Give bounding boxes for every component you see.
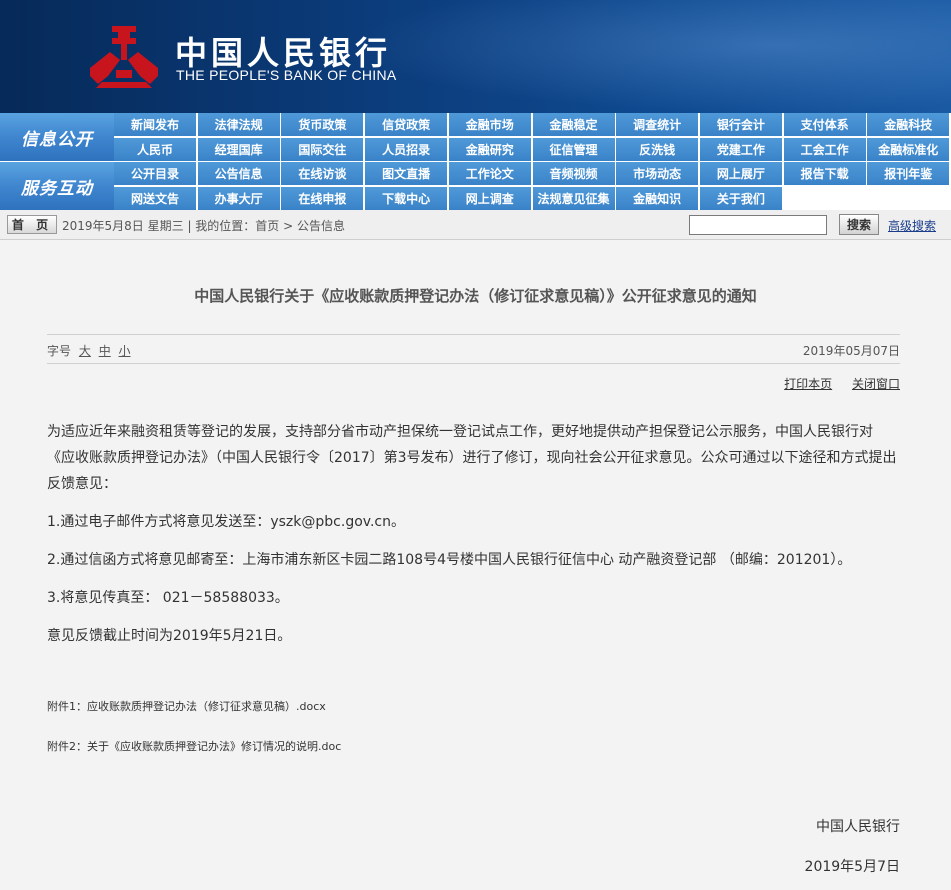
nav-item[interactable]: 金融标准化 [867, 138, 950, 161]
pboc-emblem-icon[interactable] [88, 24, 160, 90]
nav-item[interactable]: 信贷政策 [365, 113, 448, 136]
article-paragraph: 1.通过电子邮件方式将意见发送至：yszk@pbc.gov.cn。 [47, 514, 405, 530]
nav-item[interactable]: 征信管理 [532, 138, 615, 161]
nav-item[interactable]: 金融研究 [448, 138, 531, 161]
font-small-link[interactable]: 小 [119, 344, 131, 358]
site-header: 中国人民银行 THE PEOPLE'S BANK OF CHINA [0, 0, 951, 113]
article-paragraph: 为适应近年来融资租赁等登记的发展，支持部分省市动产担保统一登记试点工作，更好地提… [47, 424, 897, 492]
nav-item[interactable]: 国际交往 [281, 138, 364, 161]
publish-date: 2019年05月07日 [802, 344, 900, 358]
nav-item[interactable]: 工作论文 [448, 162, 531, 185]
nav-item[interactable]: 新闻发布 [114, 113, 196, 136]
search-input[interactable] [689, 215, 827, 235]
article-tools: 打印本页 关闭窗口 [768, 375, 900, 392]
nav-item[interactable]: 公告信息 [197, 162, 280, 185]
article-paragraph: 3.将意见传真至： 021－58588033。 [47, 590, 289, 606]
nav-item[interactable]: 金融市场 [448, 113, 531, 136]
nav-item[interactable]: 音频视频 [532, 162, 615, 185]
font-size-control: 字号 大 中 小 [47, 342, 131, 359]
breadcrumb-bar: 首 页 2019年5月8日 星期三 | 我的位置：首页 > 公告信息 搜索 高级… [0, 210, 951, 240]
nav-item[interactable]: 党建工作 [699, 138, 782, 161]
nav-item[interactable]: 图文直播 [365, 162, 448, 185]
nav-item[interactable]: 金融科技 [867, 113, 950, 136]
nav-grid-service: 公开目录 公告信息 在线访谈 图文直播 工作论文 音频视频 市场动态 网上展厅 报告下载 报刊年鉴… [114, 162, 951, 210]
nav-grid-info: 新闻发布 法律法规 货币政策 信贷政策 金融市场 金融稳定 调查统计 银行会计 支付体系 金融科技… [114, 113, 951, 161]
article-paragraph: 意见反馈截止时间为2019年5月21日。 [47, 628, 292, 644]
nav-item[interactable]: 网上调查 [448, 187, 531, 210]
nav-section-label-service: 服务互动 [0, 162, 114, 210]
nav-item[interactable]: 法规意见征集 [532, 187, 615, 210]
nav-item[interactable]: 法律法规 [197, 113, 280, 136]
advanced-search-link[interactable]: 高级搜索 [888, 217, 936, 234]
nav-item[interactable]: 支付体系 [783, 113, 866, 136]
nav-section-service: 服务互动 公开目录 公告信息 在线访谈 图文直播 工作论文 音频视频 市场动态 网上展厅 报告下… [0, 162, 951, 210]
nav-item[interactable]: 网送文告 [114, 187, 196, 210]
nav-item[interactable]: 关于我们 [699, 187, 782, 210]
header-glow [351, 0, 951, 113]
article-body: 为适应近年来融资租赁等登记的发展，支持部分省市动产担保统一登记试点工作，更好地提… [47, 419, 900, 661]
nav-item[interactable]: 货币政策 [281, 113, 364, 136]
close-window-link[interactable]: 关闭窗口 [852, 377, 900, 391]
nav-item[interactable]: 反洗钱 [616, 138, 699, 161]
nav-item[interactable]: 调查统计 [616, 113, 699, 136]
nav-item[interactable]: 在线申报 [281, 187, 364, 210]
nav-item[interactable]: 办事大厅 [197, 187, 280, 210]
nav-section-label-info: 信息公开 [0, 113, 114, 161]
nav-item[interactable]: 经理国库 [197, 138, 280, 161]
nav-item[interactable]: 银行会计 [699, 113, 782, 136]
bank-name-en: THE PEOPLE'S BANK OF CHINA [176, 67, 397, 83]
print-link[interactable]: 打印本页 [784, 377, 832, 391]
divider [47, 334, 900, 335]
page-title: 中国人民银行关于《应收账款质押登记办法（修订征求意见稿）》公开征求意见的通知 [194, 287, 757, 305]
breadcrumb: 2019年5月8日 星期三 | 我的位置：首页 > 公告信息 [62, 219, 345, 233]
nav-item[interactable]: 金融稳定 [532, 113, 615, 136]
sign-date: 2019年5月7日 [804, 859, 900, 875]
font-size-label: 字号 [47, 344, 72, 358]
nav-item[interactable]: 市场动态 [616, 162, 699, 185]
nav-item[interactable]: 下载中心 [365, 187, 448, 210]
article-paragraph: 2.通过信函方式将意见邮寄至：上海市浦东新区卡园二路108号4号楼中国人民银行征… [47, 552, 852, 568]
main-nav: 信息公开 新闻发布 法律法规 货币政策 信贷政策 金融市场 金融稳定 调查统计 银行会计 支付体… [0, 113, 951, 210]
divider [47, 363, 900, 364]
nav-item[interactable]: 人员招录 [365, 138, 448, 161]
nav-item[interactable]: 工会工作 [783, 138, 866, 161]
nav-item[interactable]: 人民币 [114, 138, 196, 161]
font-large-link[interactable]: 大 [79, 344, 91, 358]
search-button[interactable]: 搜索 [839, 214, 879, 235]
attachment-link-2[interactable]: 附件2：关于《应收账款质押登记办法》修订情况的说明.doc [47, 738, 341, 754]
nav-section-info: 信息公开 新闻发布 法律法规 货币政策 信贷政策 金融市场 金融稳定 调查统计 银行会计 支付体… [0, 113, 951, 161]
nav-item[interactable]: 网上展厅 [699, 162, 782, 185]
nav-item[interactable]: 报告下载 [783, 162, 866, 185]
nav-item[interactable]: 在线访谈 [281, 162, 364, 185]
attachment-link-1[interactable]: 附件1：应收账款质押登记办法（修订征求意见稿）.docx [47, 698, 326, 714]
nav-item[interactable]: 公开目录 [114, 162, 196, 185]
nav-item[interactable]: 金融知识 [616, 187, 699, 210]
font-medium-link[interactable]: 中 [99, 344, 111, 358]
home-button[interactable]: 首 页 [7, 215, 57, 234]
nav-item[interactable]: 报刊年鉴 [867, 162, 950, 185]
signer: 中国人民银行 [816, 819, 900, 835]
